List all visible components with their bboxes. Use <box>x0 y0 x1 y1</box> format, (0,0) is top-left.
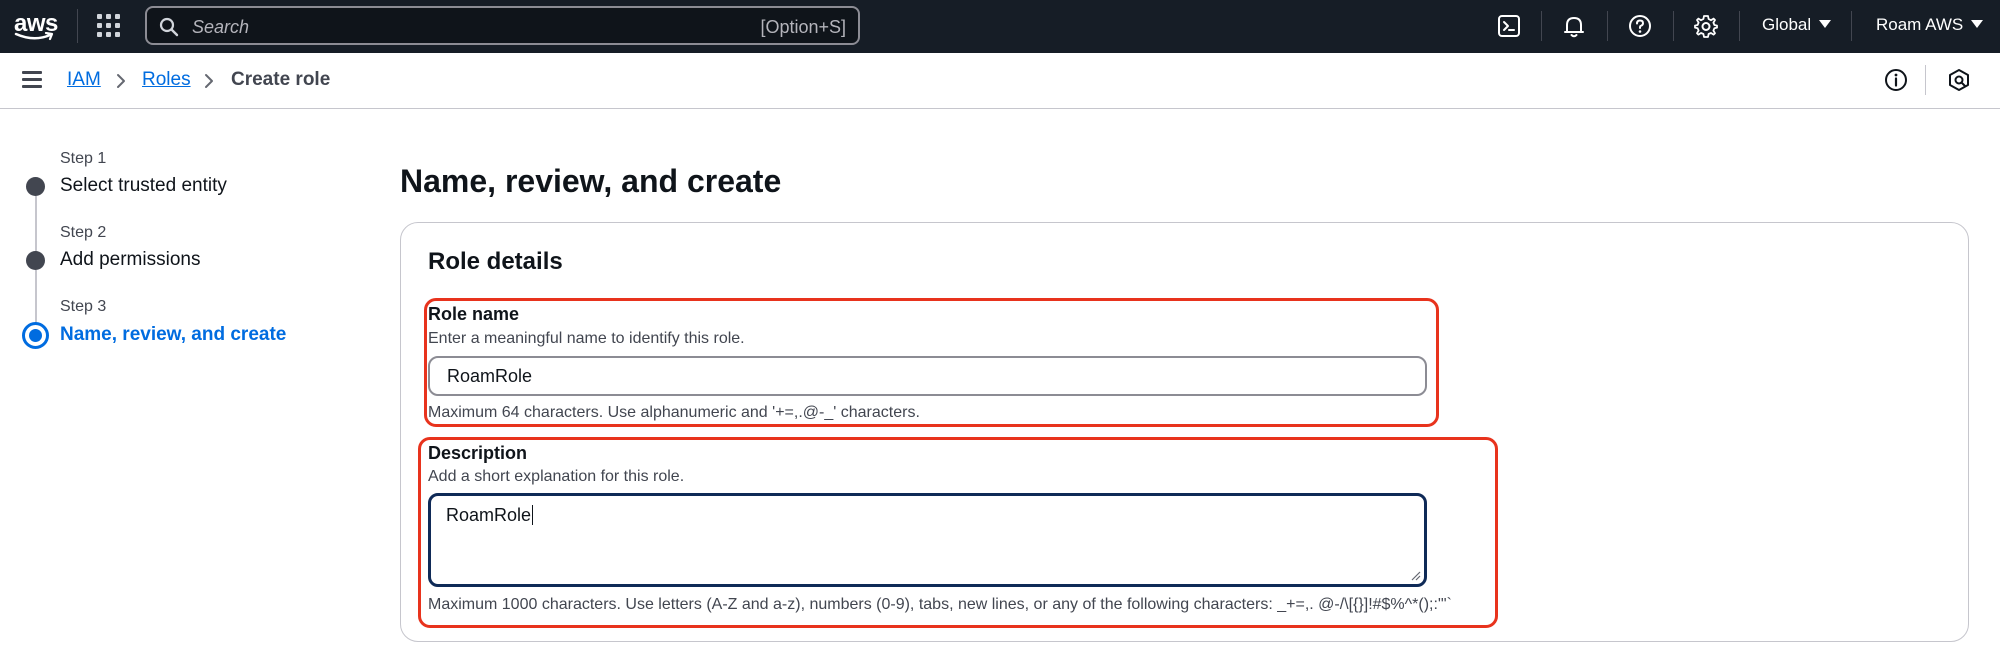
info-icon[interactable] <box>1883 67 1909 93</box>
account-label: Roam AWS <box>1876 15 1964 34</box>
step-number: Step 2 <box>60 224 107 241</box>
top-navigation: aws Search [Option+S] Global Roam AWS <box>0 0 2000 53</box>
description-label: Description <box>428 443 528 463</box>
description-value: RoamRole <box>446 505 532 525</box>
panel-title: Role details <box>428 248 563 275</box>
breadcrumb-create-role: Create role <box>231 69 331 90</box>
step-indicator <box>26 177 45 196</box>
account-menu[interactable]: Roam AWS <box>1876 15 1984 35</box>
search-input[interactable]: Search [Option+S] <box>145 6 860 45</box>
bell-icon[interactable] <box>1561 13 1587 39</box>
step-2-link[interactable]: Add permissions <box>60 249 200 271</box>
grid-icon[interactable] <box>97 14 121 38</box>
description-textarea[interactable]: RoamRole <box>428 493 1427 587</box>
breadcrumb-bar: IAM Roles Create role <box>0 53 2000 109</box>
breadcrumb-roles[interactable]: Roles <box>142 69 191 91</box>
region-selector[interactable]: Global <box>1762 15 1832 35</box>
nav-divider <box>1851 11 1852 41</box>
role-name-value: RoamRole <box>447 366 533 386</box>
caret-down-icon <box>1819 20 1832 28</box>
util-divider <box>1925 65 1926 95</box>
text-cursor <box>532 505 534 525</box>
search-shortcut: [Option+S] <box>760 17 846 37</box>
help-icon[interactable] <box>1627 13 1653 39</box>
nav-divider <box>1607 11 1608 41</box>
page-title: Name, review, and create <box>400 163 782 199</box>
search-placeholder: Search <box>192 17 250 37</box>
nav-divider <box>1739 11 1740 41</box>
step-connector <box>35 270 37 328</box>
nav-divider <box>1673 11 1674 41</box>
role-name-input[interactable]: RoamRole <box>428 356 1427 396</box>
chevron-right-icon <box>205 74 213 88</box>
step-indicator <box>26 251 45 270</box>
step-indicator-active <box>22 322 49 349</box>
step-number: Step 1 <box>60 150 107 167</box>
settings-hex-icon[interactable] <box>1946 67 1972 93</box>
breadcrumb-iam[interactable]: IAM <box>67 69 101 91</box>
nav-divider <box>1541 11 1542 41</box>
step-3-current: Name, review, and create <box>60 324 287 345</box>
role-name-label: Role name <box>428 304 520 324</box>
role-name-description: Enter a meaningful name to identify this… <box>428 330 745 347</box>
step-number: Step 3 <box>60 298 107 315</box>
region-label: Global <box>1762 15 1812 34</box>
aws-smile-logo <box>14 32 54 41</box>
search-icon <box>159 17 179 37</box>
chevron-right-icon <box>117 74 125 88</box>
nav-divider <box>77 9 78 43</box>
step-1-link[interactable]: Select trusted entity <box>60 175 227 197</box>
caret-down-icon <box>1971 20 1984 28</box>
step-connector <box>35 196 37 254</box>
cloudshell-icon[interactable] <box>1496 13 1522 39</box>
role-name-constraint: Maximum 64 characters. Use alphanumeric … <box>428 404 920 421</box>
resize-handle-icon[interactable] <box>1411 571 1421 581</box>
gear-icon[interactable] <box>1693 13 1719 39</box>
aws-logo[interactable]: aws <box>12 10 58 44</box>
description-help: Add a short explanation for this role. <box>428 468 685 485</box>
description-constraint: Maximum 1000 characters. Use letters (A-… <box>428 596 1452 613</box>
hamburger-menu-icon[interactable] <box>22 71 44 89</box>
